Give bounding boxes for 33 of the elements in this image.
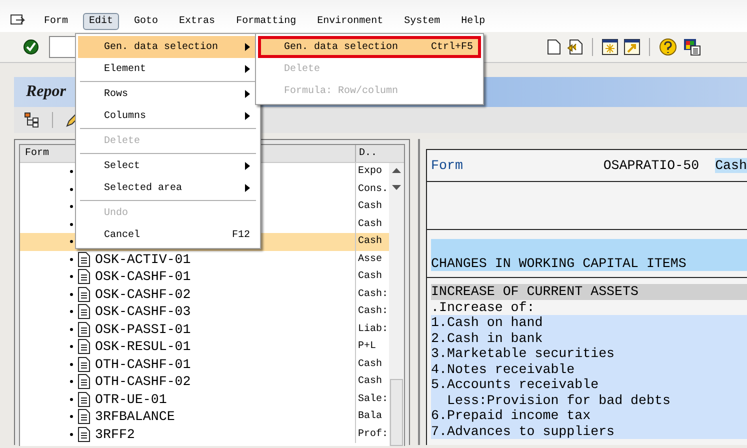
form-line: .Increase of: [431, 300, 536, 315]
description-cell-text: Prof: [357, 428, 390, 442]
description-cell-text: Cash [357, 234, 384, 249]
form-name: OSK-PASSI-01 [95, 322, 191, 337]
description-cell-text: Cash [357, 374, 384, 389]
description-cell-text: Cash [357, 218, 384, 232]
form-name: OTH-CASHF-02 [95, 374, 191, 390]
description-cell-text: Cons. [357, 182, 390, 196]
form-name: OSK-CASHF-02 [95, 286, 191, 302]
form-name: OSK-ACTIV-01 [95, 252, 191, 267]
description-cell-text: Cash: [357, 288, 390, 302]
screen-title: Repor [25, 83, 66, 100]
description-cell-text: Asse [357, 252, 384, 266]
description-cell-text: Cash [357, 270, 384, 284]
form-name: OTR-UE-01 [95, 392, 167, 407]
form-description: Cash [715, 158, 747, 173]
description-cell-text: P+L [357, 340, 378, 354]
form-name: 3RFF2 [95, 426, 135, 442]
form-name: OSK-CASHF-03 [95, 304, 191, 320]
description-cell-text: Liab: [357, 322, 390, 336]
form-name: OSK-CASHF-01 [95, 269, 191, 284]
form-name: 3RFBALANCE [95, 409, 175, 424]
description-cell-text: Expo [357, 165, 384, 179]
description-cell-text: Cash [357, 200, 384, 214]
field-label: Form [431, 158, 464, 173]
description-cell-text: Bala [357, 410, 384, 424]
form-name: OTH-CASHF-01 [95, 356, 191, 372]
description-cell-text: Sale: [357, 392, 390, 406]
form-id: OSAPRATIO-50 [603, 158, 700, 173]
description-cell-text: Cash [357, 358, 384, 372]
section-title: CHANGES IN WORKING CAPITAL ITEMS [431, 239, 747, 271]
form-name: OSK-RESUL-01 [95, 339, 191, 354]
description-cell-text: Cash: [357, 304, 390, 319]
